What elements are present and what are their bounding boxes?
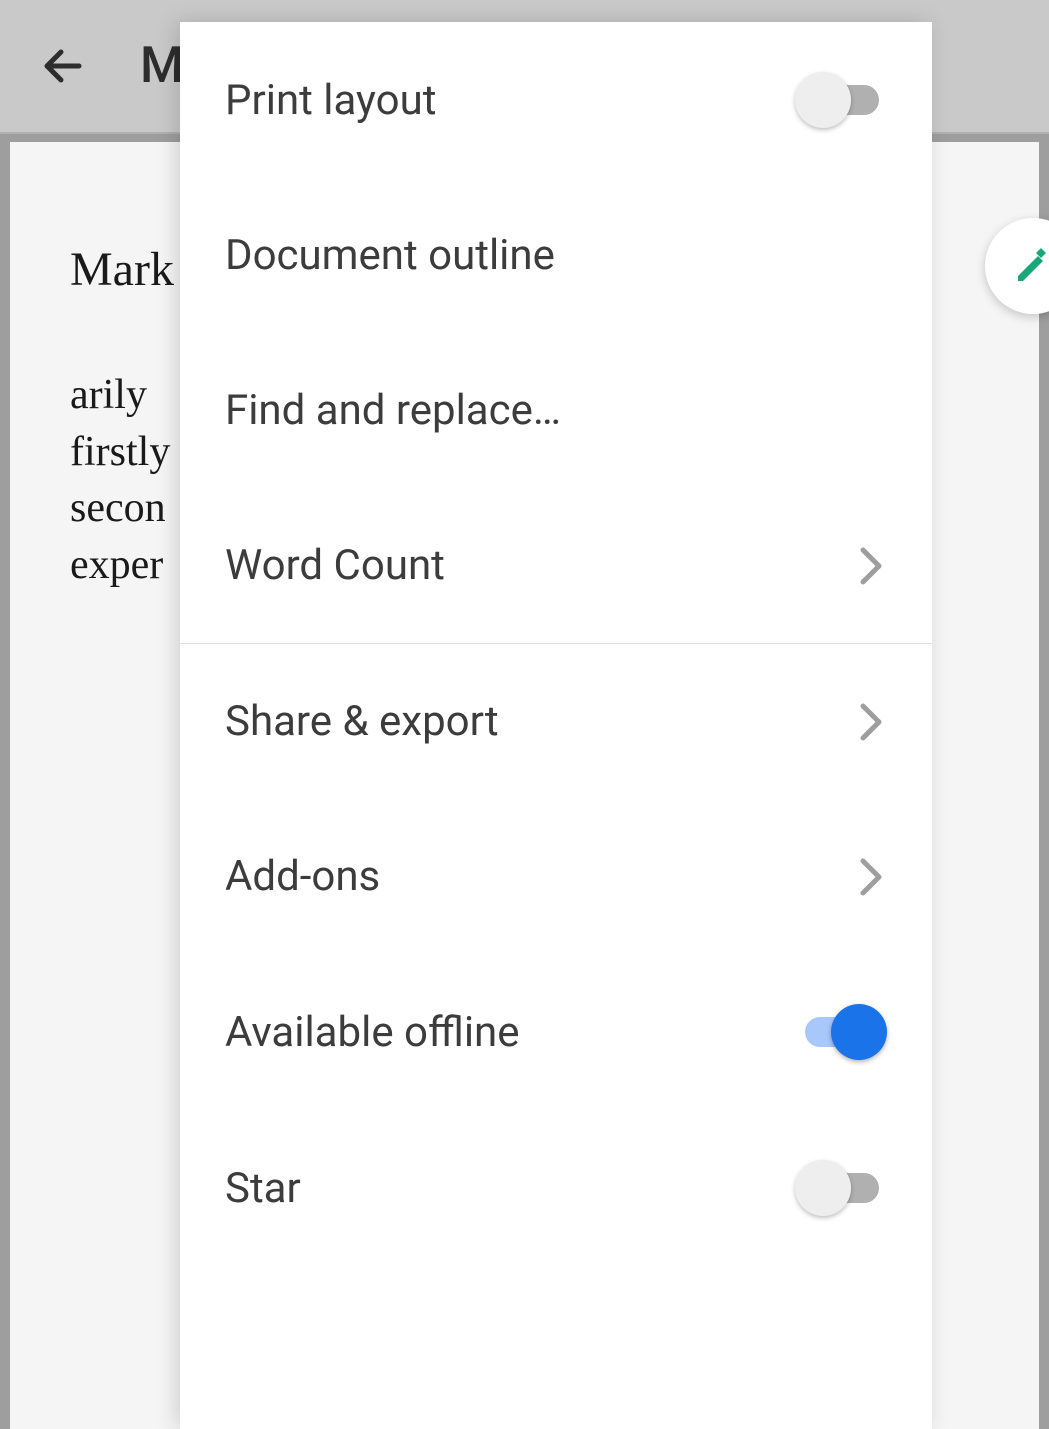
back-icon[interactable]: [40, 41, 90, 91]
print-layout-toggle[interactable]: [795, 72, 887, 128]
menu-print-layout[interactable]: Print layout: [180, 22, 932, 178]
menu-available-offline[interactable]: Available offline: [180, 954, 932, 1110]
overflow-menu: Print layout Document outline Find and r…: [180, 22, 932, 1429]
app-title: M: [140, 37, 184, 95]
chevron-right-icon: [855, 861, 887, 893]
menu-label: Print layout: [225, 76, 436, 125]
menu-label: Document outline: [225, 231, 555, 280]
chevron-right-icon: [855, 706, 887, 738]
menu-find-replace[interactable]: Find and replace…: [180, 333, 932, 488]
available-offline-toggle[interactable]: [795, 1004, 887, 1060]
chevron-right-icon: [855, 550, 887, 582]
menu-label: Word Count: [225, 541, 445, 590]
menu-label: Find and replace…: [225, 386, 561, 435]
menu-label: Share & export: [225, 697, 499, 746]
menu-label: Available offline: [225, 1008, 520, 1057]
menu-share-export[interactable]: Share & export: [180, 644, 932, 799]
menu-document-outline[interactable]: Document outline: [180, 178, 932, 333]
menu-label: Add-ons: [225, 852, 380, 901]
menu-add-ons[interactable]: Add-ons: [180, 799, 932, 954]
menu-label: Star: [225, 1164, 301, 1213]
star-toggle[interactable]: [795, 1160, 887, 1216]
menu-star[interactable]: Star: [180, 1110, 932, 1266]
menu-word-count[interactable]: Word Count: [180, 488, 932, 643]
